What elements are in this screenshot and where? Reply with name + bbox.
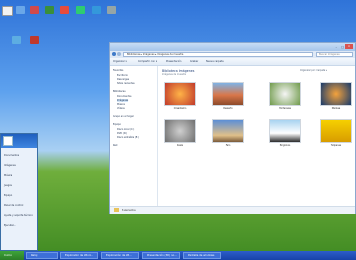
image-thumb-2[interactable] (269, 82, 301, 106)
nav-network[interactable]: Red (113, 144, 117, 147)
task-2[interactable]: Exploración de Wi... (101, 252, 139, 259)
status-bar: 8 elementos (110, 206, 355, 214)
search-input[interactable]: Buscar Imágenes (316, 52, 353, 57)
explorer-window: – □ × Bibliotecas ▸ Imágenes ▸ Imágenes … (109, 42, 356, 214)
nav-drive-d[interactable]: DVD (D:) (117, 132, 127, 135)
nav-images[interactable]: Imágenes (117, 99, 129, 102)
desktop-icon-6[interactable] (76, 6, 85, 14)
nav-recent[interactable]: Sitios recientes (117, 82, 135, 85)
start-button[interactable]: Inicio (0, 251, 24, 260)
nav-videos[interactable]: Vídeos (117, 107, 125, 110)
task-3[interactable]: Presentación (3D) no... (142, 252, 180, 259)
nav-desktop[interactable]: Escritorio (117, 74, 128, 77)
image-caption-4: Koala (177, 144, 183, 147)
minimize-icon[interactable]: – (336, 45, 338, 49)
task-4[interactable]: Pantalla de windows (183, 252, 221, 259)
back-icon[interactable] (112, 52, 116, 56)
desktop-icon-7[interactable] (92, 6, 101, 14)
new-folder-button[interactable]: Nueva carpeta (206, 60, 224, 63)
navigation-pane: Favoritos Escritorio Descargas Sitios re… (110, 66, 158, 206)
image-thumb-1[interactable] (212, 82, 244, 106)
image-caption-7: Tulipanes (330, 144, 342, 147)
desktop-icon-9[interactable] (12, 36, 21, 44)
start-item-3[interactable]: Juegos (4, 184, 12, 187)
close-icon[interactable]: × (345, 44, 353, 49)
image-thumb-3[interactable] (320, 82, 352, 106)
nav-drive-c[interactable]: Disco local (C:) (117, 128, 134, 131)
image-thumb-5[interactable] (212, 119, 244, 143)
taskbar: Inicio Reloj Explorador de Wind... Explo… (0, 251, 356, 260)
organize-button[interactable]: Organizar ▾ (113, 60, 127, 63)
start-item-7[interactable]: Ejecutar... (4, 224, 16, 227)
nav-homegroup[interactable]: Grupo en el hogar (113, 115, 134, 118)
start-item-6[interactable]: Ayuda y soporte técnico (4, 214, 33, 217)
start-menu: Documentos Imágenes Música Juegos Equipo… (0, 133, 38, 251)
user-avatar[interactable] (3, 136, 13, 146)
library-subtitle[interactable]: Imágenes de muestra (162, 73, 186, 76)
nav-favorites[interactable]: Favoritos (113, 69, 123, 72)
slideshow-button[interactable]: Presentación (166, 60, 181, 63)
image-caption-3: Medusa (331, 107, 341, 110)
start-item-4[interactable]: Equipo (4, 194, 12, 197)
start-item-0[interactable]: Documentos (4, 154, 19, 157)
nav-computer[interactable]: Equipo (113, 123, 121, 126)
content-pane: Biblioteca Imágenes Imágenes de muestra … (158, 66, 355, 206)
desktop-icon-5[interactable] (60, 6, 69, 14)
forward-icon[interactable] (117, 52, 121, 56)
address-input[interactable]: Bibliotecas ▸ Imágenes ▸ Imágenes de mue… (123, 52, 313, 57)
window-titlebar[interactable]: – □ × (110, 43, 355, 51)
task-1[interactable]: Explorador de Wind... (60, 252, 98, 259)
start-item-5[interactable]: Panel de control (4, 204, 23, 207)
start-item-1[interactable]: Imágenes (4, 164, 16, 167)
maximize-icon[interactable]: □ (341, 45, 344, 49)
arrange-by[interactable]: Organizar por: Carpeta ▾ (300, 69, 327, 72)
image-caption-0: Crisantemo (173, 107, 187, 110)
image-thumb-6[interactable] (269, 119, 301, 143)
image-thumb-7[interactable] (320, 119, 352, 143)
nav-drive-e[interactable]: Disco extraíble (E:) (117, 136, 139, 139)
image-thumb-4[interactable] (164, 119, 196, 143)
task-0[interactable]: Reloj (26, 252, 58, 259)
nav-downloads[interactable]: Descargas (117, 78, 129, 81)
image-thumb-0[interactable] (164, 82, 196, 106)
desktop-icon-4[interactable] (45, 6, 54, 14)
burn-button[interactable]: Grabar (190, 60, 198, 63)
desktop-icon-3[interactable] (30, 6, 39, 14)
share-button[interactable]: Compartir con ▾ (138, 60, 157, 63)
nav-documents[interactable]: Documentos (117, 95, 132, 98)
nav-libraries[interactable]: Bibliotecas (113, 90, 126, 93)
desktop-icon-8[interactable] (107, 6, 116, 14)
desktop-icon-2[interactable] (16, 6, 25, 14)
image-caption-2: Hortensias (279, 107, 291, 110)
desktop-icon-10[interactable] (30, 36, 39, 44)
command-bar: Organizar ▾ Compartir con ▾ Presentación… (110, 58, 355, 66)
desktop-icon-1[interactable] (2, 6, 13, 16)
item-count: 8 elementos (122, 209, 136, 212)
image-caption-5: Faro (225, 144, 231, 147)
image-caption-1: Desierto (223, 107, 233, 110)
image-caption-6: Pingüinos (279, 144, 291, 147)
folder-icon (114, 208, 119, 212)
nav-music[interactable]: Música (117, 103, 125, 106)
start-item-2[interactable]: Música (4, 174, 12, 177)
